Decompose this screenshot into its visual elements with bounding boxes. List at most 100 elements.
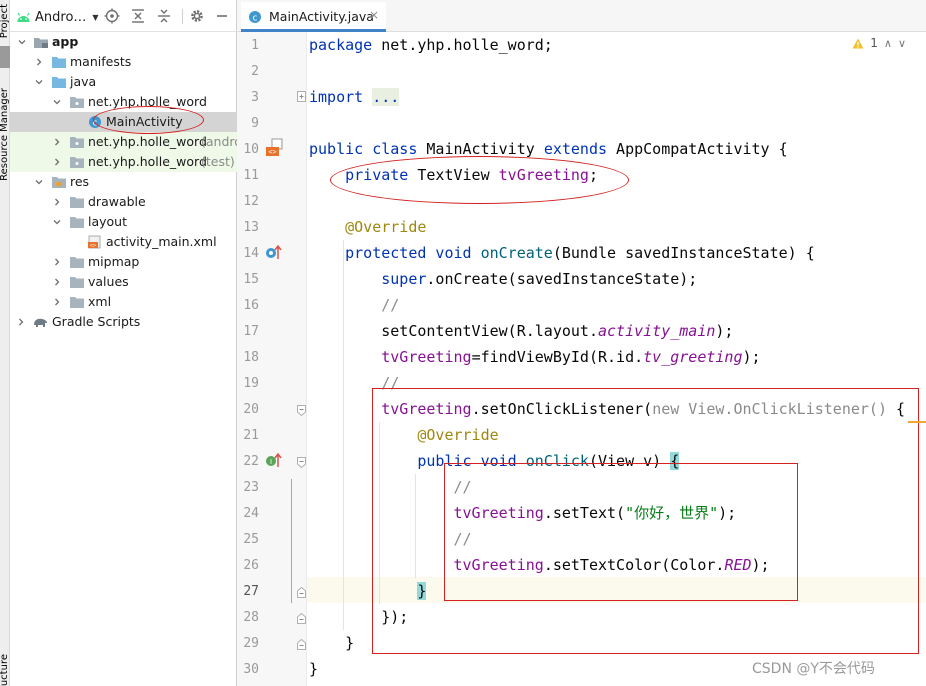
java-class-icon: c [249,11,261,23]
project-tool-tab-indicator [0,46,10,68]
watermark: CSDN @Y不会代码 [752,661,875,677]
warning-icon [852,38,864,48]
tree-item-label: mipmap [88,254,140,269]
code-line-18: tvGreeting=findViewById(R.id.tv_greeting… [381,348,761,366]
chevron-down-icon[interactable] [18,38,26,46]
chevron-down-icon: ▼ [92,12,99,22]
line-number: 24 [243,506,259,521]
line-number: 23 [243,480,259,495]
app-module-icon [34,38,48,48]
tree-item-suffix: (test) [201,154,235,169]
package-icon [70,157,84,168]
gear-icon[interactable] [189,8,205,24]
fold-marker-icon[interactable] [297,457,306,468]
chevron-down-icon[interactable] [35,178,43,186]
package-icon [70,137,84,148]
chevron-right-icon[interactable] [35,58,43,66]
tree-item-label: java [70,74,97,89]
code-line-17: setContentView(R.layout.activity_main); [381,322,734,340]
folder-icon [70,277,84,288]
tab-mainactivity-java[interactable]: c MainActivity.java × [241,2,386,32]
android-icon [17,12,30,22]
tree-item-label: app [52,34,79,49]
code-line-29: } [345,634,355,652]
line-number: 27 [243,584,259,599]
header-separator [182,9,183,24]
chevron-down-icon[interactable] [35,78,43,86]
project-view-selector[interactable]: Andro… ▼ [16,8,99,26]
folder-icon [52,57,66,68]
chevron-right-icon[interactable] [17,318,25,326]
chevron-right-icon[interactable] [53,158,61,166]
code-line-13: @Override [345,218,427,236]
minimize-icon[interactable] [214,8,230,24]
chevron-down-icon[interactable] [53,98,61,106]
locate-target-icon[interactable] [104,8,120,24]
line-number: 1 [251,38,259,53]
fold-end-icon[interactable] [297,613,306,624]
tree-item-package-test[interactable]: net.yhp.holle_word (test) [10,152,237,172]
line-number: 13 [243,220,259,235]
code-line-15: super.onCreate(savedInstanceState); [381,270,698,288]
tree-item-label: drawable [88,194,146,209]
fold-marker-icon[interactable] [297,405,306,416]
tree-item-label: values [88,274,129,289]
collapse-all-icon[interactable] [156,8,172,24]
package-icon [70,97,84,108]
chevron-down-icon[interactable] [53,218,61,226]
chevron-right-icon[interactable] [53,298,61,306]
folder-icon [52,177,66,188]
line-number: 26 [243,558,259,573]
editor-tab-bar: c MainActivity.java × [237,0,926,32]
fold-end-icon[interactable] [297,587,306,598]
tree-item-activity-main-xml[interactable]: <> activity_main.xml [10,232,237,252]
next-highlight-icon[interactable]: ∨ [898,37,906,50]
tree-item-package-androidtest[interactable]: net.yhp.holle_word (andro [10,132,242,152]
tree-item-xml[interactable]: xml [10,292,237,312]
tree-item-app[interactable]: app [10,32,237,52]
tree-item-res[interactable]: res [10,172,237,192]
structure-tool-tab[interactable]: Structure [0,654,10,686]
line-number: 21 [243,428,259,443]
tree-item-mipmap[interactable]: mipmap [10,252,237,272]
svg-text:I: I [270,458,272,466]
previous-highlight-icon[interactable]: ∧ [884,37,892,50]
chevron-right-icon[interactable] [53,198,61,206]
tree-item-values[interactable]: values [10,272,237,292]
editor-gutter: 1 2 3 9 10 11 12 13 14 15 16 17 18 19 20… [237,32,307,686]
fold-import-icon[interactable] [297,91,306,102]
implements-method-icon[interactable]: I [265,451,283,469]
tree-item-java[interactable]: java [10,72,237,92]
tree-item-label: layout [88,214,128,229]
tree-item-label: activity_main.xml [106,234,217,249]
tree-item-gradle-scripts[interactable]: Gradle Scripts [10,312,237,332]
tree-item-layout[interactable]: layout [10,212,237,232]
tree-item-label: net.yhp.holle_word [88,154,207,169]
highlight-ellipse-field-declaration [330,156,629,204]
chevron-right-icon[interactable] [53,278,61,286]
fold-end-icon[interactable] [297,639,306,650]
tree-item-label: Gradle Scripts [52,314,141,329]
svg-text:<>: <> [90,243,97,249]
close-icon[interactable]: × [369,8,379,22]
xml-layout-icon: <> [88,235,101,249]
tool-window-strip: Project Resource Manager Structure [0,0,10,686]
tree-item-suffix: (andro [201,134,242,149]
expand-all-icon[interactable] [130,8,146,24]
tree-item-drawable[interactable]: drawable [10,192,237,212]
resource-manager-tool-tab[interactable]: Resource Manager [0,88,10,181]
project-tool-tab[interactable]: Project [0,4,10,38]
code-line-14: protected void onCreate(Bundle savedInst… [345,244,815,262]
line-number: 9 [251,116,259,131]
folded-imports[interactable]: ... [372,88,400,106]
chevron-right-icon[interactable] [53,138,61,146]
chevron-right-icon[interactable] [53,258,61,266]
line-number: 22 [243,454,259,469]
line-number: 25 [243,532,259,547]
change-marker-bar [291,479,292,603]
inspection-widget[interactable]: 1 ∧ ∨ [852,36,906,50]
override-method-icon[interactable] [265,243,283,261]
tree-item-manifests[interactable]: manifests [10,52,237,72]
layout-preview-icon[interactable]: <> [265,138,285,158]
code-line-1: package net.yhp.holle_word; [309,36,553,54]
